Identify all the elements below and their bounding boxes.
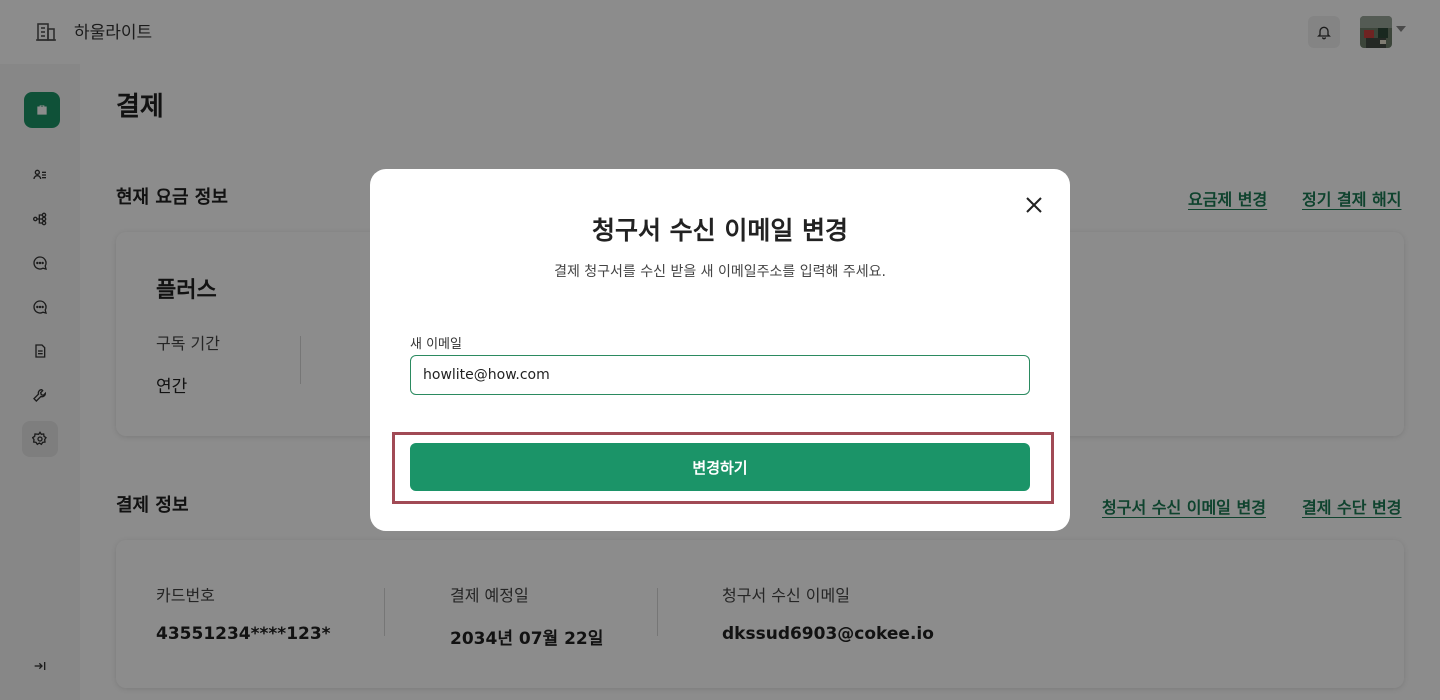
modal-subtitle: 결제 청구서를 수신 받을 새 이메일주소를 입력해 주세요. (554, 264, 886, 280)
highlight-box (392, 432, 1054, 504)
new-email-input[interactable] (410, 355, 1030, 395)
new-email-label: 새 이메일 (410, 337, 462, 352)
modal-title: 청구서 수신 이메일 변경 (591, 216, 849, 245)
